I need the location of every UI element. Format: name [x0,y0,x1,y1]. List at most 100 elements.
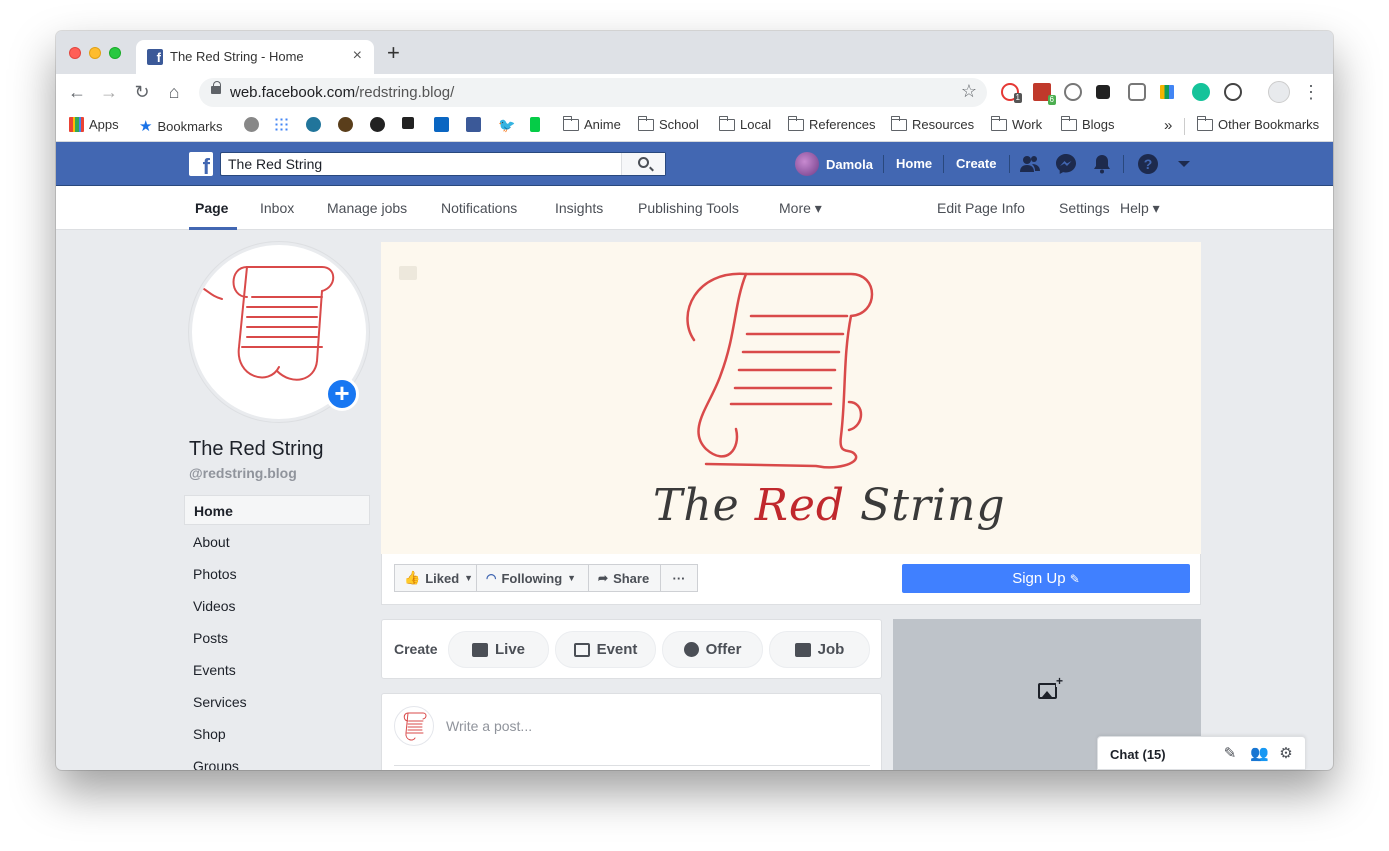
profile-avatar[interactable] [1268,81,1290,103]
page-username[interactable]: @redstring.blog [189,465,297,481]
bookmark-github[interactable] [370,117,385,132]
bookmark-linkedin[interactable] [434,117,449,132]
search-input[interactable] [221,153,621,175]
pinterest-extension-icon[interactable] [1064,83,1082,101]
back-button[interactable]: ← [66,81,88,103]
chat-bar[interactable]: Chat (15) ✎ 👥 ⚙ [1097,736,1306,770]
following-button[interactable]: ◠ Following ▼ [476,564,589,592]
bookmark-dots[interactable] [274,117,289,132]
tab-notifications[interactable]: Notifications [441,200,517,216]
bookmark-twitter[interactable]: 🐦 [498,117,515,134]
bookmark-folder-anime[interactable]: Anime [562,115,621,132]
bookmark-folder-references[interactable]: References [787,115,875,132]
bookmark-buffer[interactable] [402,117,414,129]
sidebar-item-services[interactable]: Services [184,687,370,717]
tab-page[interactable]: Page [195,200,228,216]
buffer-extension-icon[interactable] [1096,85,1110,99]
sidebar-item-shop[interactable]: Shop [184,719,370,749]
tab-more[interactable]: More ▾ [779,200,822,217]
create-live-button[interactable]: Live [448,631,549,668]
new-tab-button[interactable]: + [387,42,400,64]
grammarly-extension-icon[interactable] [1192,83,1210,101]
browser-tab[interactable]: f The Red String - Home × [136,40,374,74]
tab-close-icon[interactable]: × [353,47,362,65]
divider [394,765,870,766]
create-link[interactable]: Create [956,156,996,171]
create-group-icon[interactable]: 👥 [1250,746,1269,762]
create-event-button[interactable]: Event [555,631,656,668]
messenger-icon[interactable] [1055,153,1077,175]
avatar [394,706,434,746]
bookmark-folder-local[interactable]: Local [718,115,771,132]
create-box: Create Live Event Offer Job [381,619,882,679]
tab-inbox[interactable]: Inbox [260,200,294,216]
tab-publishing-tools[interactable]: Publishing Tools [638,200,739,216]
opera-extension-icon[interactable]: 1 [1001,83,1022,103]
home-link[interactable]: Home [896,156,932,171]
tab-insights[interactable]: Insights [555,200,603,216]
profile-link[interactable]: Damola [795,152,873,176]
sidebar-item-home[interactable]: Home [184,495,370,525]
bookmark-folder-work[interactable]: Work [990,115,1042,132]
buffer-icon [402,117,414,129]
bookmark-folder-resources[interactable]: Resources [890,115,974,132]
sidebar-item-about[interactable]: About [184,527,370,557]
sidebar-item-groups[interactable]: Groups [184,751,370,770]
sidebar-item-posts[interactable]: Posts [184,623,370,653]
tab-manage-jobs[interactable]: Manage jobs [327,200,407,216]
bookmarks-divider [1184,118,1185,135]
friend-requests-icon[interactable] [1019,153,1041,175]
pocket-extension-icon[interactable] [1128,83,1146,101]
calendar-extension-icon[interactable]: 6 [1033,83,1056,105]
search-button[interactable] [621,153,665,175]
settings-link[interactable]: Settings [1059,200,1110,216]
bookmark-bookmarks[interactable]: ★ Bookmarks [139,117,222,135]
bookmark-folder-school[interactable]: School [637,115,699,132]
sign-up-button[interactable]: Sign Up ✎ [902,564,1190,593]
liked-button[interactable]: 👍 Liked ▼ [394,564,477,592]
bookmark-star-icon[interactable]: ☆ [961,81,977,102]
facebook-search [220,152,666,176]
bookmarks-overflow-button[interactable]: » [1164,117,1172,134]
facebook-logo-icon[interactable]: f [189,152,213,176]
reload-button[interactable]: ↻ [131,81,153,103]
chevron-down-icon: ▼ [567,573,577,583]
bookmark-apps[interactable]: Apps [69,117,119,132]
edit-page-info-link[interactable]: Edit Page Info [937,200,1025,216]
sidebar-item-photos[interactable]: Photos [184,559,370,589]
create-job-button[interactable]: Job [769,631,870,668]
video-camera-icon[interactable] [399,266,417,280]
url-field[interactable]: web.facebook.com/redstring.blog/ ☆ [199,78,987,107]
forward-button[interactable]: → [98,81,120,103]
gear-icon[interactable]: ⚙ [1278,746,1294,762]
minimize-window-button[interactable] [89,47,101,59]
svg-text:?: ? [1144,156,1153,172]
home-button[interactable]: ⌂ [163,81,185,103]
create-offer-button[interactable]: Offer [662,631,763,668]
bookmark-apple[interactable] [244,117,259,132]
compass-extension-icon[interactable] [1224,83,1242,101]
folder-icon [1196,115,1213,131]
sidebar-item-events[interactable]: Events [184,655,370,685]
bookmark-facebook[interactable] [466,117,481,132]
browser-menu-icon[interactable]: ⋮ [1300,81,1322,103]
close-window-button[interactable] [69,47,81,59]
bookmark-folder-other[interactable]: Other Bookmarks [1196,115,1319,132]
more-options-button[interactable]: ··· [660,564,698,592]
sidebar-item-videos[interactable]: Videos [184,591,370,621]
share-button[interactable]: ➦ Share [588,564,661,592]
chevron-down-icon[interactable] [1173,153,1195,175]
bookmark-detective[interactable] [338,117,353,132]
bookmark-folder-blogs[interactable]: Blogs [1060,115,1115,132]
new-message-icon[interactable]: ✎ [1222,746,1238,762]
bookmark-deviantart[interactable] [530,117,540,132]
analytics-extension-icon[interactable] [1160,85,1174,99]
help-icon[interactable]: ? [1137,153,1159,175]
add-photo-button[interactable]: + [325,377,359,411]
help-link[interactable]: Help ▾ [1120,200,1160,217]
cover-photo[interactable]: The Red String [381,242,1201,554]
notifications-bell-icon[interactable] [1091,153,1113,175]
maximize-window-button[interactable] [109,47,121,59]
write-post-input[interactable]: Write a post... [446,718,532,734]
bookmark-wordpress[interactable] [306,117,321,132]
